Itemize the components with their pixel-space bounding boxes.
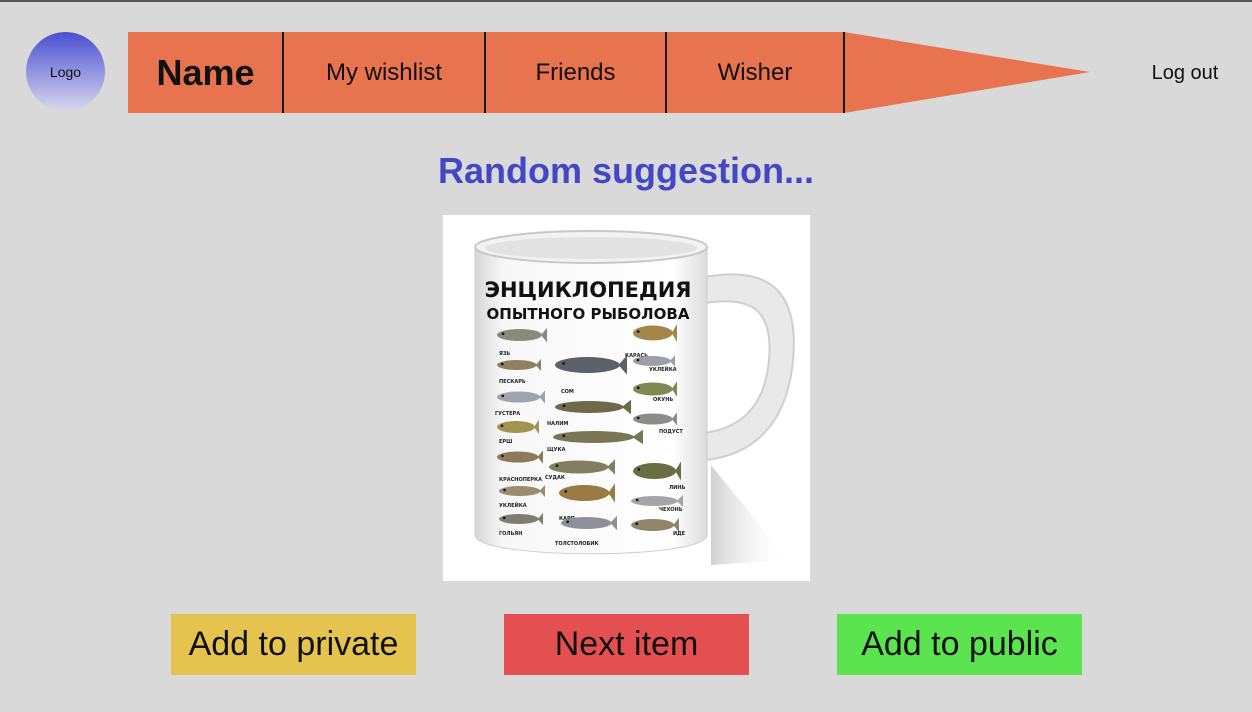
fish-label: НАЛИМ bbox=[547, 421, 568, 427]
fish-label: ЩУКА bbox=[547, 447, 566, 453]
nav-user-name[interactable]: Name bbox=[128, 32, 283, 113]
logo-label: Logo bbox=[49, 63, 82, 80]
nav-item-friends[interactable]: Friends bbox=[486, 32, 665, 113]
fish-label: ТОЛСТОЛОБИК bbox=[555, 541, 600, 547]
logout-link[interactable]: Log out bbox=[1140, 58, 1230, 88]
fish-label: ИДЕ bbox=[673, 531, 686, 537]
fish-label: КРАСНОПЕРКА bbox=[499, 477, 542, 483]
fish-label: ГОЛЬЯН bbox=[499, 531, 522, 537]
fish-label: ЧЕХОНЬ bbox=[659, 507, 683, 513]
nav-divider bbox=[843, 32, 845, 113]
main-navigation: Name My wishlist Friends Wisher bbox=[128, 32, 1090, 113]
fish-label: ЛИНЬ bbox=[669, 485, 686, 491]
mug-heading-line2: ОПЫТНОГО РЫБОЛОВА bbox=[487, 305, 690, 323]
page-title: Random suggestion... bbox=[437, 150, 814, 191]
logo[interactable]: Logo bbox=[26, 32, 105, 111]
fish-label: ЕРШ bbox=[499, 439, 512, 445]
mug-heading-line1: ЭНЦИКЛОПЕДИЯ bbox=[485, 278, 692, 302]
window-top-border bbox=[0, 0, 1252, 2]
fish-label: ОКУНЬ bbox=[653, 397, 673, 403]
fish-label: ПЕСКАРЬ bbox=[499, 379, 526, 385]
add-to-private-button[interactable]: Add to private bbox=[171, 614, 416, 675]
fish-label: УКЛЕЙКА bbox=[649, 365, 677, 373]
nav-item-wisher[interactable]: Wisher bbox=[667, 32, 843, 113]
next-item-button[interactable]: Next item bbox=[504, 614, 749, 675]
mug-illustration: ЭНЦИКЛОПЕДИЯ ОПЫТНОГО РЫБОЛОВА ЯЗЬ ПЕСКАР… bbox=[474, 230, 795, 565]
fish-label: СУДАК bbox=[545, 475, 566, 481]
product-image[interactable]: ЭНЦИКЛОПЕДИЯ ОПЫТНОГО РЫБОЛОВА ЯЗЬ ПЕСКАР… bbox=[443, 215, 810, 581]
add-to-public-button[interactable]: Add to public bbox=[837, 614, 1082, 675]
fish-label: СОМ bbox=[561, 389, 574, 395]
fish-label: УКЛЕЙКА bbox=[499, 501, 527, 509]
fish-label: ГУСТЕРА bbox=[495, 411, 520, 417]
fish-label: ЯЗЬ bbox=[499, 351, 510, 357]
nav-item-my-wishlist[interactable]: My wishlist bbox=[284, 32, 484, 113]
fish-label: ПОДУСТ bbox=[659, 429, 683, 435]
